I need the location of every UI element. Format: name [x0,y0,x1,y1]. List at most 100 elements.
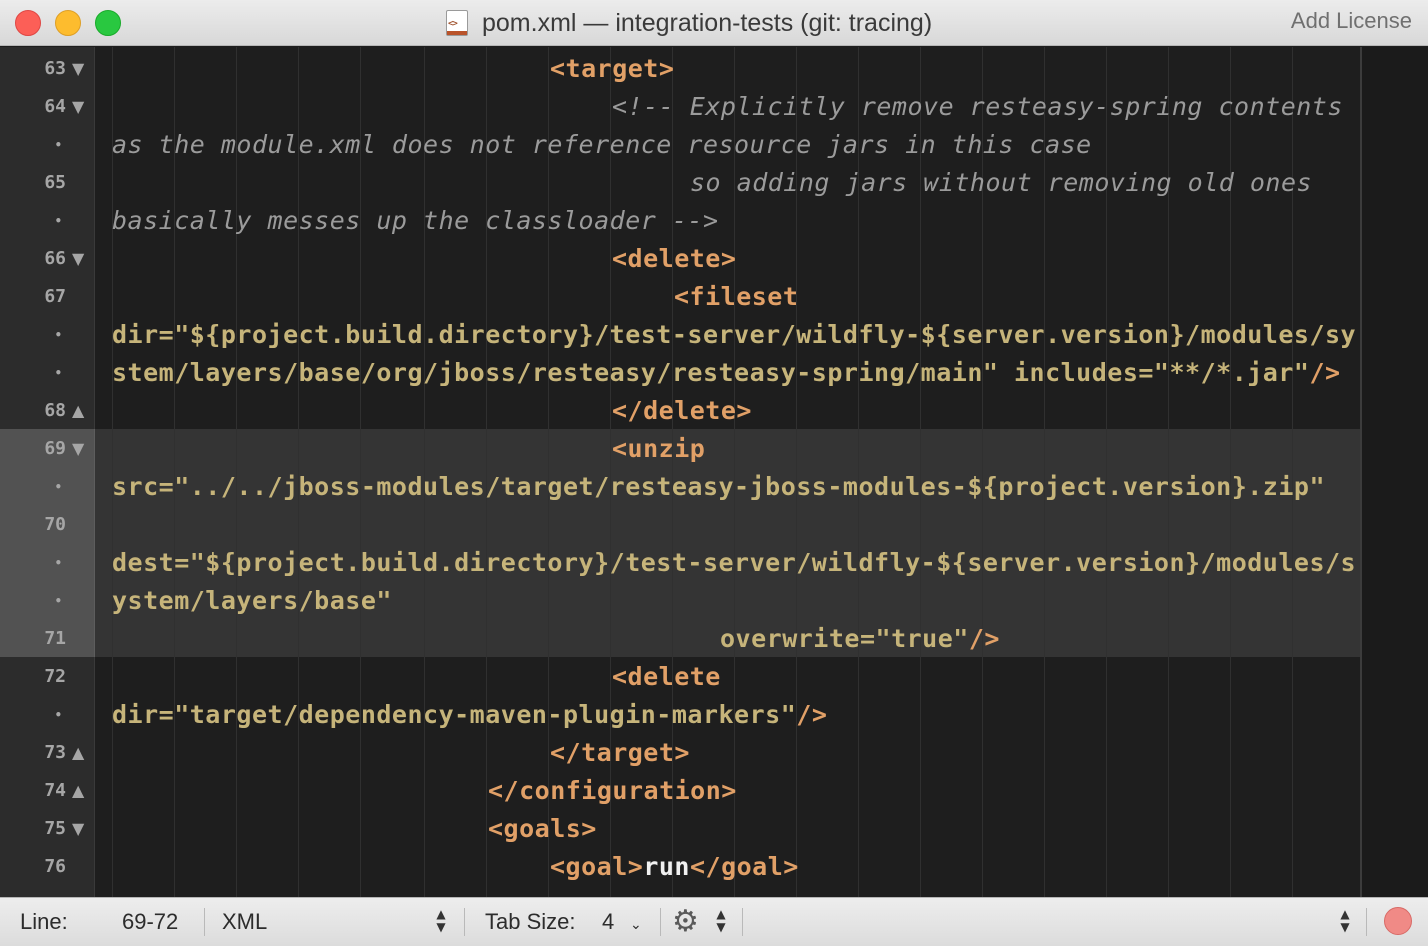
code-text: </configuration> [488,772,737,810]
tab-size-label: Tab Size: [485,909,576,934]
code-line[interactable]: 71 overwrite="true"/> [0,620,1428,658]
code-text: dir="target/dependency-maven-plugin-mark… [112,696,827,734]
code-line[interactable]: • stem/layers/base/org/jboss/resteasy/res… [0,354,1428,392]
line-range-value[interactable]: 69-72 [122,909,178,935]
line-number: 72 [44,666,66,687]
code-text: stem/layers/base/org/jboss/resteasy/rest… [112,354,1341,392]
code-line[interactable]: • ystem/layers/base" [0,582,1428,620]
code-editor[interactable]: 63 ▼ <target> 64 ▼ <!-- Explicitly remove res… [0,47,1428,897]
code-line[interactable]: 70 [0,506,1428,544]
token-tag: <unzip [612,434,706,463]
status-divider [204,908,205,936]
token-tag: </target> [550,738,690,767]
gear-icon[interactable]: ⚙ [672,905,699,939]
xml-file-icon[interactable]: <> [446,10,468,36]
code-line[interactable]: 65 so adding jars without removing old on… [0,164,1428,202]
code-text: so adding jars without removing old ones [690,164,1312,202]
code-line[interactable]: • basically messes up the classloader --> [0,202,1428,240]
code-line[interactable]: 76 <goal>run</goal> [0,848,1428,886]
code-text: ystem/layers/base" [112,582,392,620]
token-cmt: <!-- Explicitly remove resteasy-spring c… [612,92,1343,121]
window-title: pom.xml — integration-tests (git: tracin… [482,8,933,37]
token-tag: <target> [550,54,675,83]
close-window-button[interactable] [15,10,41,36]
code-line[interactable]: • src="../../jboss-modules/target/resteas… [0,468,1428,506]
line-number: 76 [44,856,66,877]
tab-size-chevron-down-icon[interactable]: ⌄ [630,911,642,937]
token-attr: dir="target/dependency-maven-plugin-mark… [112,700,797,729]
fold-triangle-down-icon[interactable]: ▼ [72,430,88,468]
language-updown-icon[interactable]: ▲ ▼ [434,908,448,936]
code-line[interactable]: • dir="target/dependency-maven-plugin-mar… [0,696,1428,734]
line-number: 67 [44,286,66,307]
line-number: 75 [44,818,66,839]
line-number: 71 [44,628,66,649]
title-bar: <> pom.xml — integration-tests (git: tra… [0,0,1428,46]
line-number: 73 [44,742,66,763]
line-number: 65 [44,172,66,193]
symbol-updown-icon[interactable]: ▲ ▼ [1338,908,1352,936]
fold-triangle-up-icon[interactable]: ▲ [72,392,88,430]
token-cmt: basically messes up the classloader --> [112,206,719,235]
token-cmt: so adding jars without removing old ones [690,168,1313,197]
token-tag: <delete [612,662,721,691]
token-tag: /> [1309,358,1341,387]
status-divider [1366,908,1367,936]
code-text: basically messes up the classloader --> [112,202,719,240]
token-tag: <goals> [488,814,597,843]
token-attr: overwrite="true" [720,624,969,653]
window-title-group: <> pom.xml — integration-tests (git: tra… [446,9,932,37]
fold-triangle-down-icon[interactable]: ▼ [72,810,88,848]
line-number: 69 [44,438,66,459]
code-text: <delete [612,658,721,696]
token-attr: dest="${project.build.directory}/test-se… [112,548,1357,577]
fold-triangle-up-icon[interactable]: ▲ [72,772,88,810]
code-line[interactable]: 74 ▲ </configuration> [0,772,1428,810]
code-line[interactable]: 66 ▼ <delete> [0,240,1428,278]
line-label: Line: [20,909,68,934]
token-tag: </configuration> [488,776,737,805]
code-text: </delete> [612,392,752,430]
fold-triangle-up-icon[interactable]: ▲ [72,734,88,772]
zoom-window-button[interactable] [95,10,121,36]
code-text: overwrite="true"/> [720,620,1000,658]
add-license-button[interactable]: Add License [1291,8,1412,34]
code-line[interactable]: 69 ▼ <unzip [0,430,1428,468]
code-text: <fileset [674,278,798,316]
code-text: <unzip [612,430,705,468]
minimize-window-button[interactable] [55,10,81,36]
token-attr: src="../../jboss-modules/target/resteasy… [112,472,1325,501]
code-line[interactable]: 67 <fileset [0,278,1428,316]
code-text: <goal>run</goal> [550,848,799,886]
language-selector[interactable]: XML [222,909,267,935]
fold-triangle-down-icon[interactable]: ▼ [72,88,88,126]
code-text: src="../../jboss-modules/target/resteasy… [112,468,1325,506]
file-icon-glyph: <> [448,19,458,29]
status-divider [742,908,743,936]
line-number: 64 [44,96,66,117]
code-line[interactable]: 64 ▼ <!-- Explicitly remove resteasy-sprin… [0,88,1428,126]
tab-size-value[interactable]: 4 [602,909,614,935]
wrap-indicator: • [54,556,62,570]
token-tag: </goal> [689,852,799,881]
code-line[interactable]: 63 ▼ <target> [0,50,1428,88]
fold-triangle-down-icon[interactable]: ▼ [72,240,88,278]
token-attr: ystem/layers/base" [112,586,392,615]
token-tag: <delete> [612,244,737,273]
code-line[interactable]: 73 ▲ </target> [0,734,1428,772]
token-tag: <goal> [550,852,644,881]
code-line[interactable]: 68 ▲ </delete> [0,392,1428,430]
wrap-indicator: • [54,480,62,494]
record-button[interactable] [1384,907,1412,935]
code-text: as the module.xml does not reference res… [112,126,1092,164]
status-bar: Line: 69-72 XML ▲ ▼ Tab Size: 4 ⌄ ⚙ ▲ ▼ ▲ ▼ [0,897,1428,946]
token-cmt: as the module.xml does not reference res… [112,130,1092,159]
token-tag: /> [968,624,1000,653]
code-line[interactable]: 75 ▼ <goals> [0,810,1428,848]
code-line[interactable]: 72 <delete [0,658,1428,696]
fold-triangle-down-icon[interactable]: ▼ [72,50,88,88]
code-line[interactable]: • dest="${project.build.directory}/test-s… [0,544,1428,582]
code-line[interactable]: • dir="${project.build.directory}/test-se… [0,316,1428,354]
settings-updown-icon[interactable]: ▲ ▼ [714,908,728,936]
code-line[interactable]: • as the module.xml does not reference re… [0,126,1428,164]
